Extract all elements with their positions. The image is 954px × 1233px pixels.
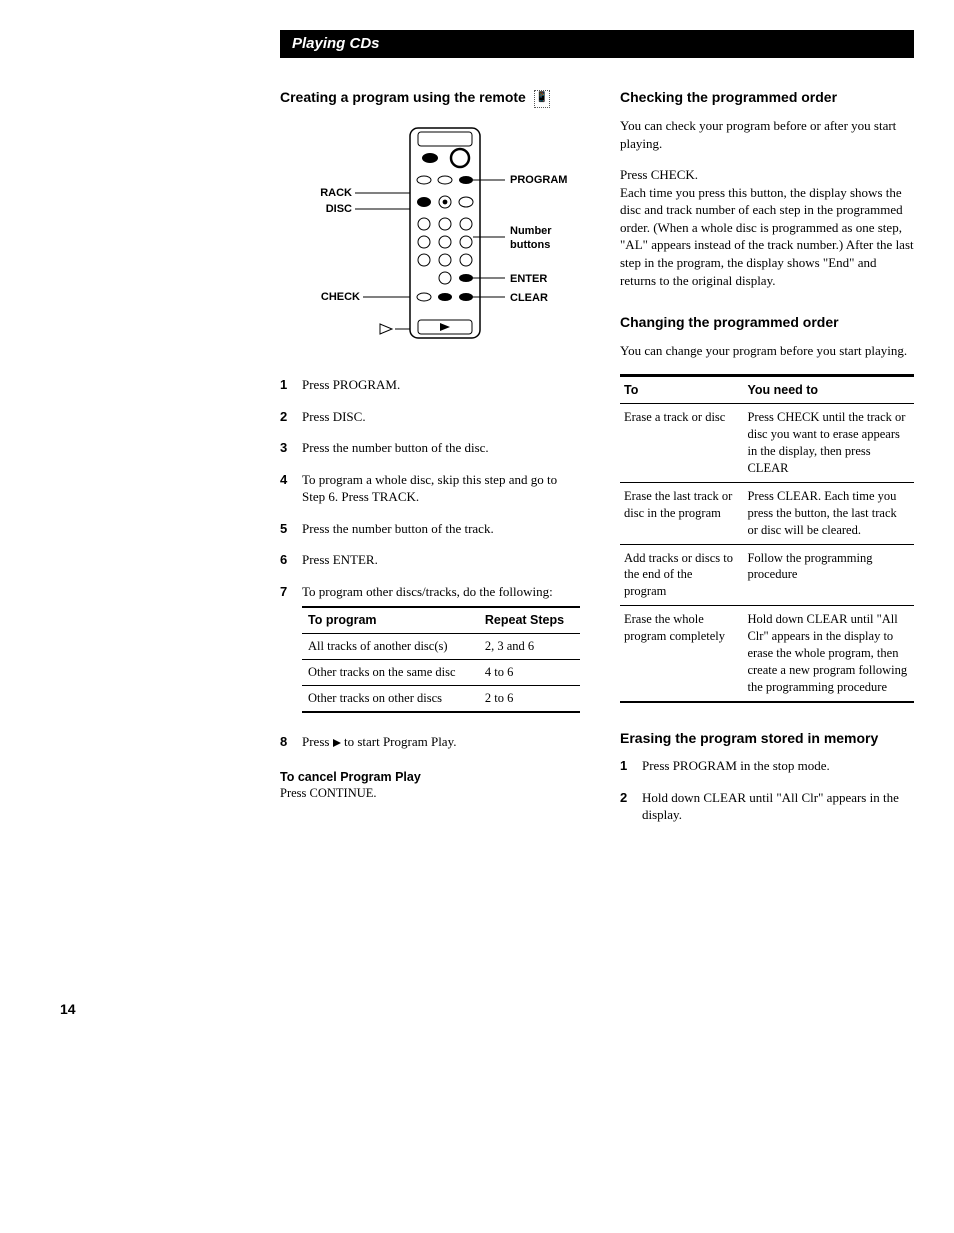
change-heading: Changing the programmed order — [620, 313, 914, 332]
change-row: Erase a track or discPress CHECK until t… — [620, 404, 914, 483]
step-7-text: To program other discs/tracks, do the fo… — [302, 583, 580, 601]
label-program: PROGRAM — [510, 174, 567, 186]
change-cell: Press CHECK until the track or disc you … — [743, 404, 914, 483]
label-disc: DISC — [326, 203, 352, 215]
change-table: To You need to Erase a track or discPres… — [620, 374, 914, 703]
check-body: Each time you press this button, the dis… — [620, 185, 914, 288]
number-buttons-group — [418, 218, 472, 266]
check-heading: Checking the programmed order — [620, 88, 914, 107]
erase-step-1-text: Press PROGRAM in the stop mode. — [642, 757, 914, 775]
step-4-text: To program a whole disc, skip this step … — [302, 471, 580, 506]
subtable-cell: 4 to 6 — [479, 660, 580, 686]
subtable-cell: Other tracks on the same disc — [302, 660, 479, 686]
section-header-bar: Playing CDs — [280, 30, 914, 58]
label-check: CHECK — [321, 291, 360, 303]
change-row: Add tracks or discs to the end of the pr… — [620, 544, 914, 606]
play-icon — [333, 739, 341, 747]
subtable-h2: Repeat Steps — [479, 607, 580, 633]
erase-step-1: 1Press PROGRAM in the stop mode. — [620, 757, 914, 775]
erase-step-2-text: Hold down CLEAR until "All Clr" appears … — [642, 789, 914, 824]
label-buttons: buttons — [510, 239, 550, 251]
step-6: 6Press ENTER. — [280, 551, 580, 569]
change-row: Erase the last track or disc in the prog… — [620, 482, 914, 544]
left-column: Creating a program using the remote 📱 PR… — [280, 88, 580, 842]
subtable-row: Other tracks on other discs2 to 6 — [302, 686, 580, 712]
left-title-text: Creating a program using the remote — [280, 89, 526, 105]
change-h1: To — [620, 375, 743, 404]
label-clear: CLEAR — [510, 292, 548, 304]
subtable-row: Other tracks on the same disc4 to 6 — [302, 660, 580, 686]
step-3-text: Press the number button of the disc. — [302, 439, 580, 457]
step-8: 8Press to start Program Play. — [280, 733, 580, 751]
left-steps: 1Press PROGRAM. 2Press DISC. 3Press the … — [280, 376, 580, 750]
erase-step-2: 2Hold down CLEAR until "All Clr" appears… — [620, 789, 914, 824]
step-1-text: Press PROGRAM. — [302, 376, 580, 394]
change-cell: Press CLEAR. Each time you press the but… — [743, 482, 914, 544]
subtable-cell: 2 to 6 — [479, 686, 580, 712]
check-para-1: You can check your program before or aft… — [620, 117, 914, 152]
change-cell: Follow the programming procedure — [743, 544, 914, 606]
cancel-title: To cancel Program Play — [280, 769, 580, 786]
step-5-text: Press the number button of the track. — [302, 520, 580, 538]
subtable-row: All tracks of another disc(s)2, 3 and 6 — [302, 634, 580, 660]
change-cell: Erase the whole program completely — [620, 606, 743, 702]
step-3: 3Press the number button of the disc. — [280, 439, 580, 457]
page-number: 14 — [60, 1000, 76, 1019]
change-row: Erase the whole program completelyHold d… — [620, 606, 914, 702]
step-6-text: Press ENTER. — [302, 551, 580, 569]
right-column: Checking the programmed order You can ch… — [620, 88, 914, 842]
cancel-body: Press CONTINUE. — [280, 785, 580, 802]
change-cell: Erase a track or disc — [620, 404, 743, 483]
subtable-h1: To program — [302, 607, 479, 633]
change-cell: Erase the last track or disc in the prog… — [620, 482, 743, 544]
step-2-text: Press DISC. — [302, 408, 580, 426]
change-para: You can change your program before you s… — [620, 342, 914, 360]
change-cell: Hold down CLEAR until "All Clr" appears … — [743, 606, 914, 702]
check-para-2: Press CHECK. Each time you press this bu… — [620, 166, 914, 289]
erase-heading: Erasing the program stored in memory — [620, 729, 914, 748]
label-enter: ENTER — [510, 273, 547, 285]
label-track: TRACK — [320, 187, 352, 199]
remote-icon: 📱 — [534, 90, 550, 108]
subtable-cell: Other tracks on other discs — [302, 686, 479, 712]
erase-steps: 1Press PROGRAM in the stop mode. 2Hold d… — [620, 757, 914, 824]
step-5: 5Press the number button of the track. — [280, 520, 580, 538]
label-number: Number — [510, 225, 552, 237]
step-8-text: Press to start Program Play. — [302, 733, 580, 751]
step-2: 2Press DISC. — [280, 408, 580, 426]
change-cell: Add tracks or discs to the end of the pr… — [620, 544, 743, 606]
remote-diagram: PROGRAM TRACK DISC — [320, 122, 580, 357]
program-subtable: To program Repeat Steps All tracks of an… — [302, 606, 580, 713]
step-1: 1Press PROGRAM. — [280, 376, 580, 394]
subtable-cell: All tracks of another disc(s) — [302, 634, 479, 660]
step-7: 7To program other discs/tracks, do the f… — [280, 583, 580, 719]
subtable-cell: 2, 3 and 6 — [479, 634, 580, 660]
left-title: Creating a program using the remote 📱 — [280, 88, 580, 107]
change-h2: You need to — [743, 375, 914, 404]
check-press: Press CHECK. — [620, 167, 698, 182]
step-4: 4To program a whole disc, skip this step… — [280, 471, 580, 506]
two-column-layout: Creating a program using the remote 📱 PR… — [280, 88, 914, 842]
